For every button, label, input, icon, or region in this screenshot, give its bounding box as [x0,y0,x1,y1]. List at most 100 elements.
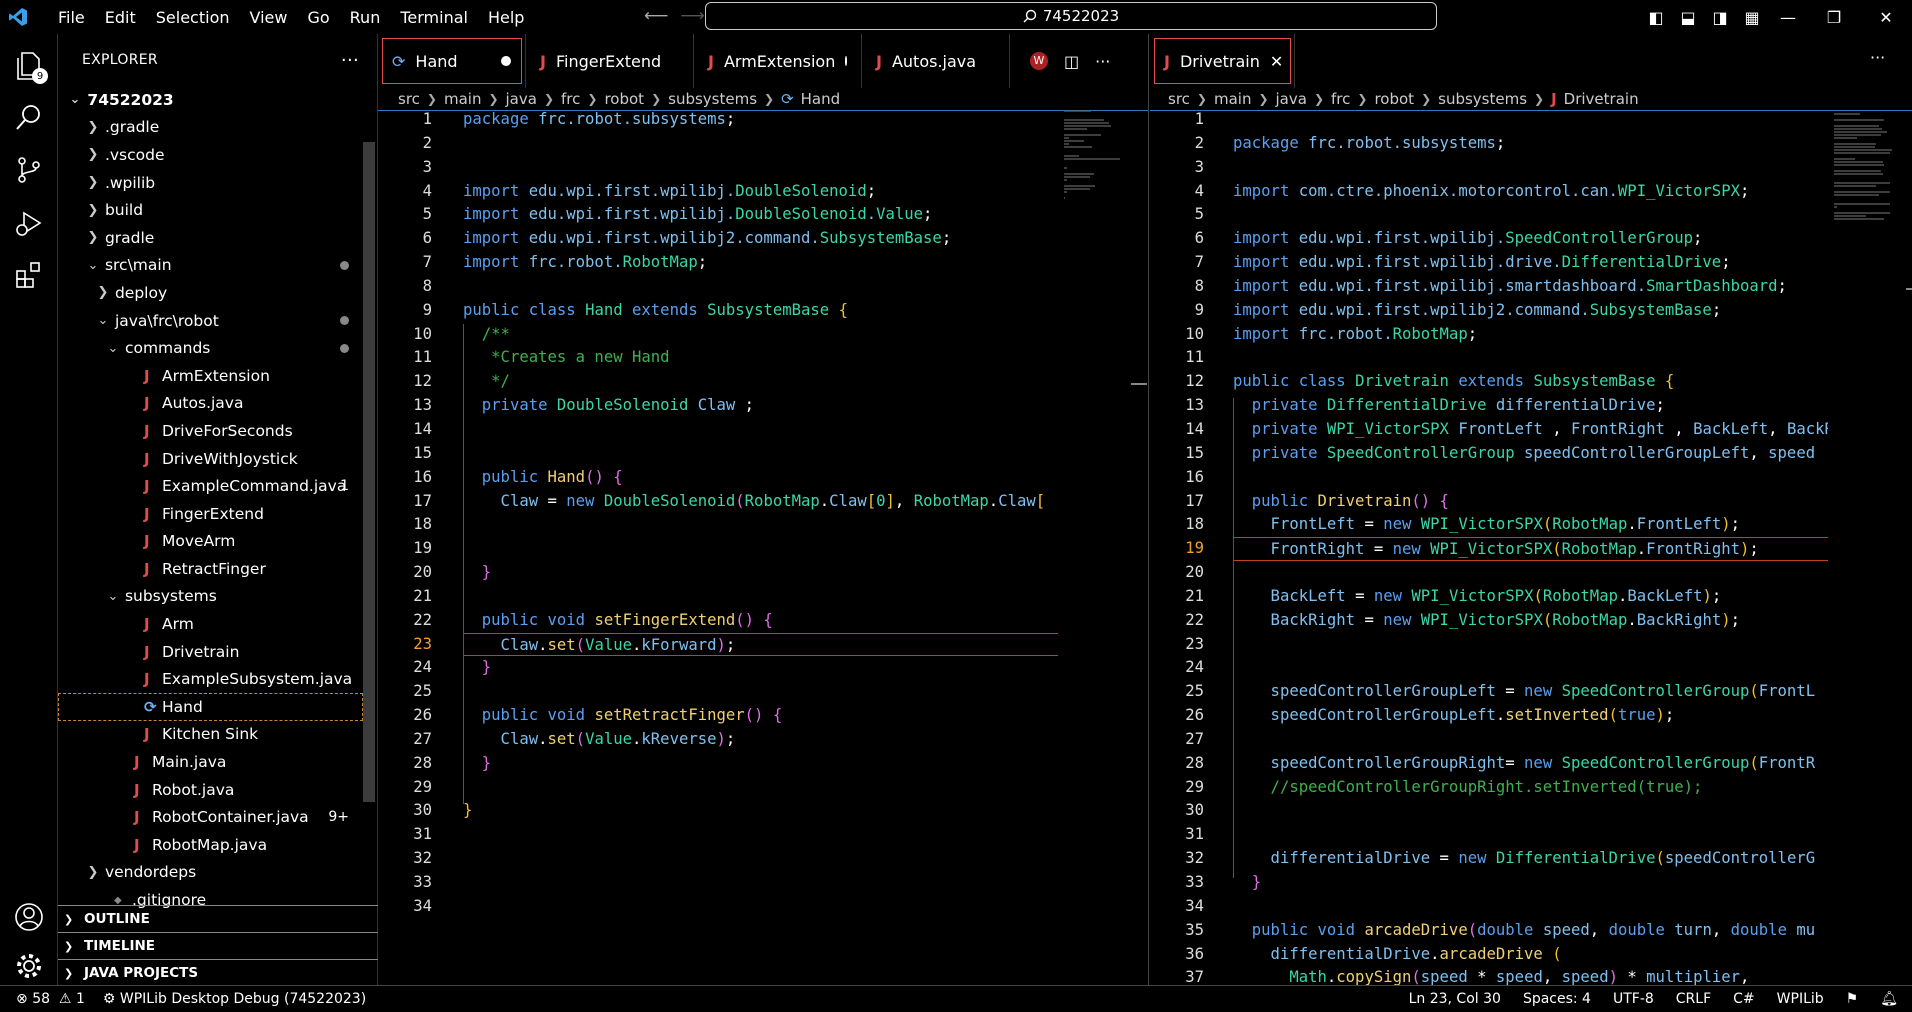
menu-view[interactable]: View [240,8,298,27]
java-projects-section[interactable]: ❯ JAVA PROJECTS [58,959,378,986]
right-minimap[interactable] [1834,110,1900,220]
folder-item[interactable]: ❯ .wpilib [58,169,363,197]
menu-selection[interactable]: Selection [146,8,240,27]
menu-go[interactable]: Go [297,8,339,27]
customize-layout-icon[interactable]: ▦ [1736,8,1768,27]
close-window-icon[interactable]: ✕ [1860,8,1912,27]
cursor-position[interactable]: Ln 23, Col 30 [1409,991,1501,1007]
breadcrumb-item[interactable]: Hand [801,90,841,108]
sidebar-scrollbar[interactable] [363,142,375,802]
close-tab-icon[interactable]: ✕ [1270,52,1283,71]
breadcrumb-item[interactable]: frc [1331,90,1350,108]
unsaved-dot-icon[interactable] [501,56,511,66]
command-center-search[interactable]: 74522023 [705,2,1437,30]
breadcrumb-item[interactable]: src [398,90,420,108]
line-ending[interactable]: CRLF [1676,991,1711,1007]
file-item[interactable]: J FingerExtend [58,500,363,528]
forward-arrow-icon[interactable]: ⟶ [680,6,704,26]
tab-armextension[interactable]: J ArmExtension [694,34,862,88]
file-item[interactable]: J ExampleCommand.java 1 [58,472,363,500]
chevron-down-icon: ⌄ [87,257,99,273]
folder-item[interactable]: ❯ .vscode [58,141,363,169]
indentation[interactable]: Spaces: 4 [1523,991,1591,1007]
folder-item[interactable]: ⌄ src\main [58,252,363,280]
file-item[interactable]: J DriveForSeconds [58,417,363,445]
breadcrumb-item[interactable]: subsystems [1438,90,1527,108]
file-item[interactable]: ⟳ Hand [58,693,363,721]
folder-item[interactable]: ⌄ java\frc\robot [58,307,363,335]
file-item[interactable]: J Robot.java [58,776,363,804]
debug-config[interactable]: ⚙ WPILib Desktop Debug (74522023) [103,991,366,1007]
file-item[interactable]: J ArmExtension [58,362,363,390]
timeline-section[interactable]: ❯ TIMELINE [58,932,378,959]
language-mode[interactable]: C# [1733,991,1755,1007]
breadcrumb-item[interactable]: frc [561,90,580,108]
folder-item[interactable]: ❯ gradle [58,224,363,252]
file-item[interactable]: J RobotContainer.java 9+ [58,803,363,831]
file-item[interactable]: J RetractFinger [58,555,363,583]
feedback-icon[interactable]: ⚑ [1846,991,1859,1007]
file-item[interactable]: J RobotMap.java [58,831,363,859]
tab-fingerextend[interactable]: J FingerExtend [526,34,694,88]
notifications-bell-icon[interactable]: 🔔︎ [1880,991,1898,1007]
left-code-area[interactable]: package frc.robot.subsystems; import edu… [463,108,1058,919]
file-item[interactable]: J ExampleSubsystem.java [58,665,363,693]
tab-autos-java[interactable]: J Autos.java [862,34,1010,88]
more-actions-icon[interactable]: ··· [341,50,359,71]
extensions-icon[interactable] [8,254,50,296]
menu-file[interactable]: File [48,8,95,27]
folder-item[interactable]: ❯ build [58,196,363,224]
problems-indicator[interactable]: ⊗ 58 ⚠ 1 [16,991,85,1007]
tab-drivetrain[interactable]: J Drivetrain ✕ [1150,34,1295,88]
workspace-root[interactable]: ⌄ 74522023 [58,86,363,114]
breadcrumb-item[interactable]: main [1214,90,1251,108]
toggle-secondary-sidebar-icon[interactable]: ◨ [1704,8,1736,27]
folder-item[interactable]: ❯ vendordeps [58,859,363,887]
source-control-icon[interactable] [8,149,50,191]
search-icon[interactable] [8,96,50,138]
explorer-icon[interactable]: 9 [8,44,50,86]
settings-gear-icon[interactable] [8,945,50,987]
split-editor-icon[interactable]: ◫ [1064,52,1079,71]
breadcrumb-item[interactable]: robot [604,90,644,108]
editor-more-icon[interactable]: ··· [1095,52,1110,71]
menu-edit[interactable]: Edit [95,8,146,27]
menu-help[interactable]: Help [478,8,534,27]
file-item[interactable]: J DriveWithJoystick [58,445,363,473]
left-minimap[interactable] [1064,110,1130,199]
breadcrumb-item[interactable]: robot [1374,90,1414,108]
folder-item[interactable]: ⌄ subsystems [58,583,363,611]
folder-item[interactable]: ⌄ commands [58,334,363,362]
file-item[interactable]: J Drivetrain [58,638,363,666]
back-arrow-icon[interactable]: ⟵ [644,6,668,26]
outline-section[interactable]: ❯ OUTLINE [58,905,378,932]
account-icon[interactable] [8,896,50,938]
file-item[interactable]: J Autos.java [58,390,363,418]
restore-icon[interactable]: ❐ [1808,8,1860,27]
wpilib-status[interactable]: WPILib [1777,991,1824,1007]
unsaved-dot-icon[interactable] [845,56,847,66]
run-debug-icon[interactable] [8,202,50,244]
breadcrumb-item[interactable]: main [444,90,481,108]
file-item[interactable]: J Arm [58,610,363,638]
breadcrumb-item[interactable]: src [1168,90,1190,108]
right-editor-more-icon[interactable]: ··· [1870,48,1885,67]
file-item[interactable]: J Main.java [58,748,363,776]
right-code-area[interactable]: package frc.robot.subsystems; import com… [1233,108,1828,990]
folder-item[interactable]: ❯ .gradle [58,114,363,142]
folder-item[interactable]: ❯ deploy [58,279,363,307]
toggle-sidebar-icon[interactable]: ◧ [1640,8,1672,27]
breadcrumb-item[interactable]: java [1276,90,1307,108]
toggle-panel-icon[interactable]: ⬓ [1672,8,1704,27]
tab-hand[interactable]: ⟳ Hand [378,34,526,88]
file-item[interactable]: J MoveArm [58,528,363,556]
breadcrumb-item[interactable]: subsystems [668,90,757,108]
menu-terminal[interactable]: Terminal [390,8,478,27]
breadcrumb-item[interactable]: java [506,90,537,108]
minimize-icon[interactable]: — [1768,8,1808,27]
encoding[interactable]: UTF-8 [1613,991,1654,1007]
file-item[interactable]: J Kitchen Sink [58,721,363,749]
wpilib-icon[interactable]: W [1030,52,1048,70]
menu-run[interactable]: Run [340,8,391,27]
breadcrumb-item[interactable]: Drivetrain [1564,90,1639,108]
